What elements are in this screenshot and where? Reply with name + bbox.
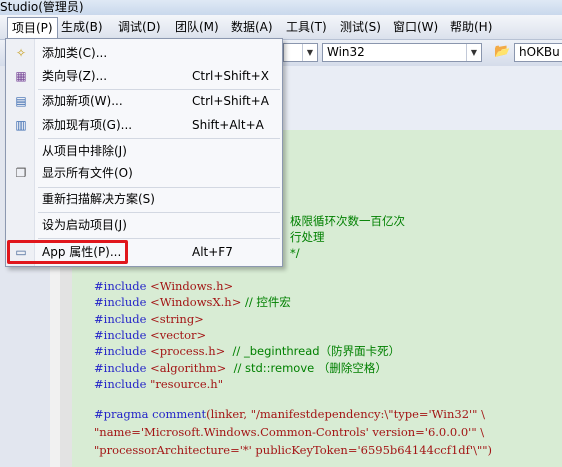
find-in-files-icon[interactable]: 📂: [494, 44, 510, 60]
add-new-item-icon: ▤: [15, 94, 27, 108]
menu-project[interactable]: 项目(P): [7, 17, 58, 40]
code-keyword: #include: [94, 376, 147, 391]
code-keyword: #include: [94, 295, 147, 310]
code-string: <process.h>: [146, 344, 226, 359]
menu-team[interactable]: 团队(M): [171, 17, 223, 37]
class-wizard-icon: ▦: [15, 69, 27, 83]
menu-debug[interactable]: 调试(D): [114, 17, 165, 37]
find-combo[interactable]: hOKBu: [514, 43, 562, 62]
menu-item-add-class[interactable]: ✧ 添加类(C)...: [7, 42, 281, 64]
menu-item-shortcut: Ctrl+Shift+A: [192, 94, 269, 108]
project-menu-dropdown: ✧ 添加类(C)... ▦ 类向导(Z)... Ctrl+Shift+X ▤ 添…: [5, 38, 283, 267]
code-line: #include <string>: [94, 311, 204, 327]
highlight-box: [7, 240, 128, 264]
add-existing-item-icon: ▥: [15, 118, 27, 132]
code-string: "name='Microsoft.Windows.Common-Controls…: [94, 425, 485, 439]
code-line: #include "resource.h": [94, 376, 223, 392]
code-line: #include <vector>: [94, 327, 206, 343]
code-comment-fragment: */: [290, 246, 300, 260]
menu-item-shortcut: Ctrl+Shift+X: [192, 69, 269, 83]
menu-tools[interactable]: 工具(T): [282, 17, 331, 37]
find-value: hOKBu: [519, 45, 560, 59]
platform-combo[interactable]: Win32 ▼: [322, 43, 482, 62]
menu-item-exclude-from-project[interactable]: 从项目中排除(J): [7, 140, 281, 162]
menu-build[interactable]: 生成(B): [57, 17, 107, 37]
menu-separator: [38, 138, 280, 139]
code-keyword: #include: [94, 311, 147, 326]
menu-help[interactable]: 帮助(H): [446, 17, 496, 37]
chevron-down-icon: ▼: [302, 44, 317, 61]
menu-item-shortcut: Alt+F7: [192, 245, 233, 259]
menu-separator: [38, 238, 280, 239]
code-line: #include <Windows.h>: [94, 278, 233, 294]
chevron-down-icon: ▼: [466, 44, 481, 61]
code-comment: // std::remove （删除空格）: [226, 360, 387, 375]
code-line: #include <WindowsX.h> // 控件宏: [94, 294, 291, 310]
menu-item-label: 设为启动项目(J): [42, 218, 127, 232]
code-keyword: #pragma comment: [94, 407, 207, 421]
code-string: "resource.h": [146, 376, 223, 391]
code-string: <vector>: [146, 327, 207, 342]
code-line: #include <process.h> // _beginthread（防界面…: [94, 343, 400, 359]
code-line: "name='Microsoft.Windows.Common-Controls…: [94, 424, 484, 440]
menu-item-rescan-solution[interactable]: 重新扫描解决方案(S): [7, 188, 281, 210]
menu-item-label: 从项目中排除(J): [42, 144, 127, 158]
window-title: Studio(管理员): [0, 0, 84, 14]
code-line: #include <algorithm> // std::remove （删除空…: [94, 360, 387, 376]
menu-item-label: 添加类(C)...: [42, 46, 108, 60]
menu-item-show-all-files[interactable]: ❐ 显示所有文件(O): [7, 162, 281, 184]
menu-item-add-existing-item[interactable]: ▥ 添加现有项(G)... Shift+Alt+A: [7, 114, 281, 136]
menu-item-set-startup-project[interactable]: 设为启动项目(J): [7, 214, 281, 236]
code-comment: // _beginthread（防界面卡死）: [225, 344, 401, 359]
add-class-icon: ✧: [15, 46, 27, 60]
code-comment: // 控件宏: [241, 295, 291, 310]
menu-item-class-wizard[interactable]: ▦ 类向导(Z)... Ctrl+Shift+X: [7, 65, 281, 87]
menu-item-label: 类向导(Z)...: [42, 69, 108, 83]
menu-separator: [38, 212, 280, 213]
menu-item-label: 重新扫描解决方案(S): [42, 192, 155, 206]
menu-data[interactable]: 数据(A): [227, 17, 277, 37]
code-line: #pragma comment(linker, "/manifestdepend…: [94, 406, 485, 422]
menu-window[interactable]: 窗口(W): [389, 17, 442, 37]
platform-value: Win32: [327, 45, 365, 59]
code-string: <WindowsX.h>: [146, 295, 242, 310]
menu-item-add-new-item[interactable]: ▤ 添加新项(W)... Ctrl+Shift+A: [7, 90, 281, 112]
code-keyword: #include: [94, 360, 147, 375]
menu-item-shortcut: Shift+Alt+A: [192, 118, 264, 132]
code-string: <algorithm>: [146, 360, 227, 375]
show-all-files-icon: ❐: [15, 166, 27, 180]
menu-test[interactable]: 测试(S): [336, 17, 385, 37]
menu-item-label: 显示所有文件(O): [42, 166, 133, 180]
menu-item-label: 添加新项(W)...: [42, 94, 123, 108]
code-keyword: #include: [94, 344, 147, 359]
menu-item-label: 添加现有项(G)...: [42, 118, 133, 132]
code-string: "processorArchitecture='*' publicKeyToke…: [94, 443, 493, 457]
code-line: "processorArchitecture='*' publicKeyToke…: [94, 442, 492, 458]
code-comment-fragment: 行处理: [290, 230, 325, 244]
code-keyword: #include: [94, 279, 147, 293]
code-string: <string>: [146, 311, 204, 326]
code-string: (linker, "/manifestdependency:\"type='Wi…: [206, 407, 485, 421]
configuration-combo[interactable]: ▼: [283, 43, 318, 62]
code-keyword: #include: [94, 327, 147, 342]
code-comment-fragment: 极限循环次数一百亿次: [290, 214, 405, 228]
window-title-bar: Studio(管理员): [0, 0, 562, 15]
code-string: <Windows.h>: [146, 279, 234, 293]
menu-bar: 项目(P) 生成(B) 调试(D) 团队(M) 数据(A) 工具(T) 测试(S…: [0, 15, 562, 40]
